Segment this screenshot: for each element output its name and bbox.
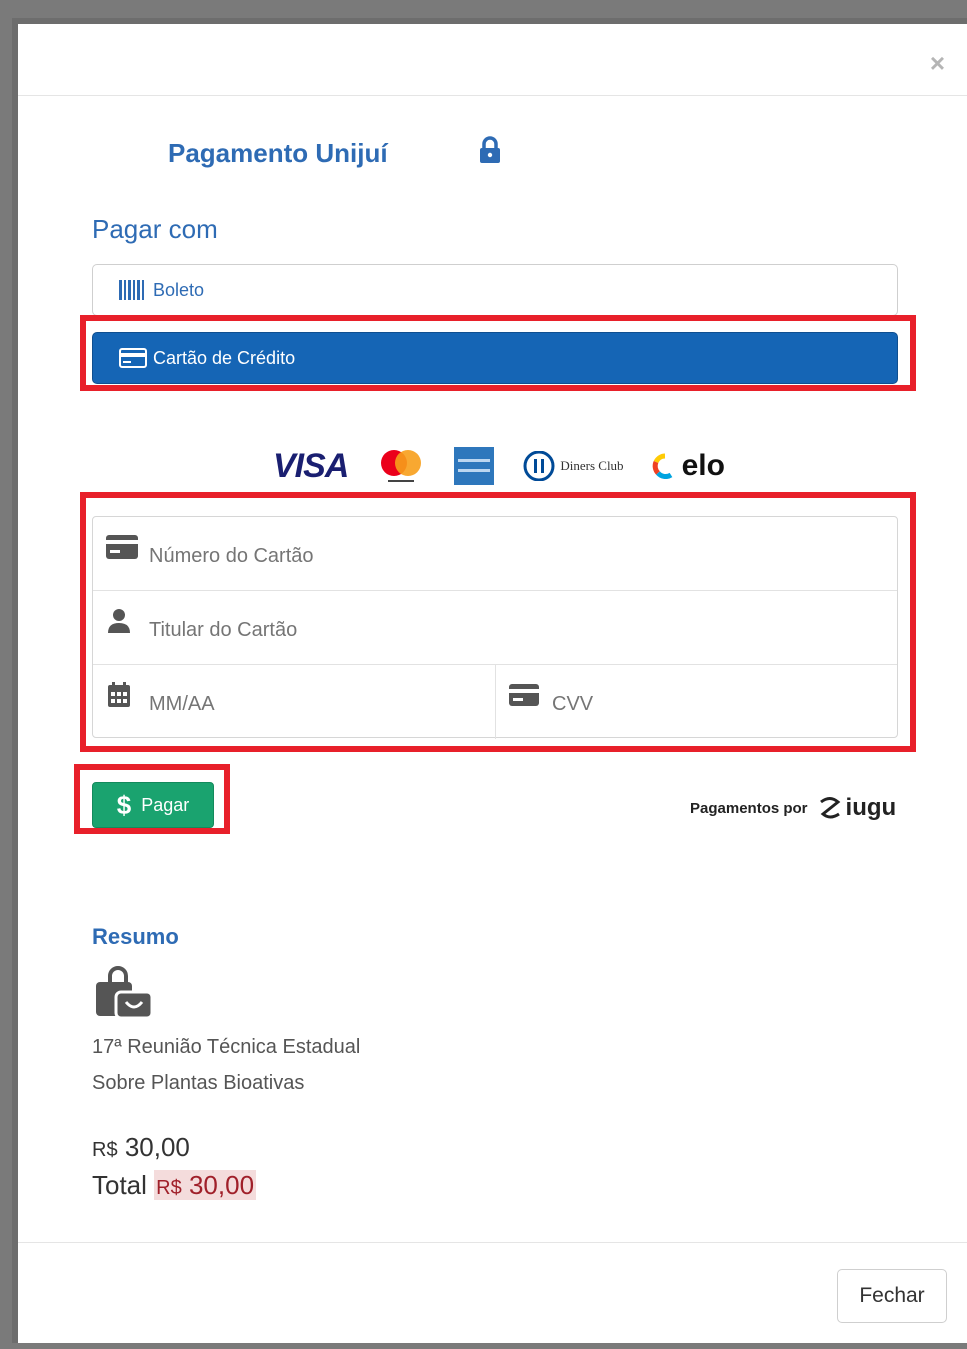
pay-button[interactable]: $ Pagar — [92, 782, 214, 828]
credit-card-icon — [106, 535, 138, 559]
cvv-row — [496, 665, 899, 739]
elo-label: elo — [681, 449, 725, 482]
total-amount: R$ 30,00 — [154, 1170, 257, 1200]
barcode-icon — [119, 279, 147, 301]
payment-modal: × Pagamento Unijuí Pagar com Boleto Cart… — [12, 18, 967, 1343]
total: Total R$ 30,00 — [92, 1170, 257, 1201]
mastercard-logo — [381, 450, 422, 482]
price-value: 30,00 — [124, 1132, 190, 1162]
shopping-bag-icon — [96, 966, 154, 1020]
close-button[interactable]: Fechar — [837, 1269, 947, 1323]
credit-card-icon — [509, 684, 539, 706]
iugu-icon — [819, 797, 840, 819]
card-brands: VISA Diners Club elo — [273, 444, 733, 488]
expiry-input[interactable] — [149, 693, 449, 716]
expiry-row — [93, 665, 496, 739]
iugu-logo: iugu — [818, 794, 897, 822]
card-holder-input[interactable] — [149, 619, 549, 642]
card-holder-row — [93, 591, 897, 665]
lock-icon — [480, 136, 500, 163]
card-number-row — [93, 517, 897, 591]
diners-label: Diners Club — [560, 458, 624, 473]
cvv-input[interactable] — [552, 693, 852, 716]
user-icon — [108, 609, 130, 633]
credit-card-icon — [119, 347, 147, 369]
credit-card-option[interactable]: Cartão de Crédito — [92, 332, 898, 384]
dollar-icon: $ — [116, 789, 132, 820]
powered-by: Pagamentos por iugu — [690, 794, 896, 822]
total-currency: R$ — [156, 1177, 182, 1199]
iugu-label: iugu — [845, 794, 897, 821]
item-price: R$ 30,00 — [92, 1132, 190, 1163]
modal-footer: Fechar — [18, 1242, 967, 1349]
pay-label: Pagar — [141, 794, 190, 815]
item-name: 17ª Reunião Técnica Estadual Sobre Plant… — [92, 1036, 361, 1094]
elo-logo: elo — [652, 449, 725, 483]
credit-card-label: Cartão de Crédito — [153, 347, 296, 368]
boleto-option[interactable]: Boleto — [92, 264, 898, 316]
visa-logo: VISA — [273, 446, 349, 485]
calendar-icon — [108, 682, 130, 707]
total-value: 30,00 — [188, 1170, 255, 1200]
card-form — [92, 516, 899, 739]
powered-by-label: Pagamentos por — [690, 799, 808, 817]
price-currency: R$ — [92, 1139, 118, 1161]
boleto-label: Boleto — [153, 279, 205, 300]
card-number-input[interactable] — [149, 545, 549, 568]
page-title: Pagamento Unijuí — [168, 138, 388, 168]
diners-logo: Diners Club — [522, 451, 624, 481]
close-icon[interactable]: × — [930, 50, 945, 76]
modal-header: × — [18, 24, 967, 96]
total-label: Total — [92, 1170, 147, 1200]
pay-with-heading: Pagar com — [92, 214, 218, 244]
summary-title: Resumo — [92, 924, 179, 949]
amex-logo — [454, 447, 495, 485]
